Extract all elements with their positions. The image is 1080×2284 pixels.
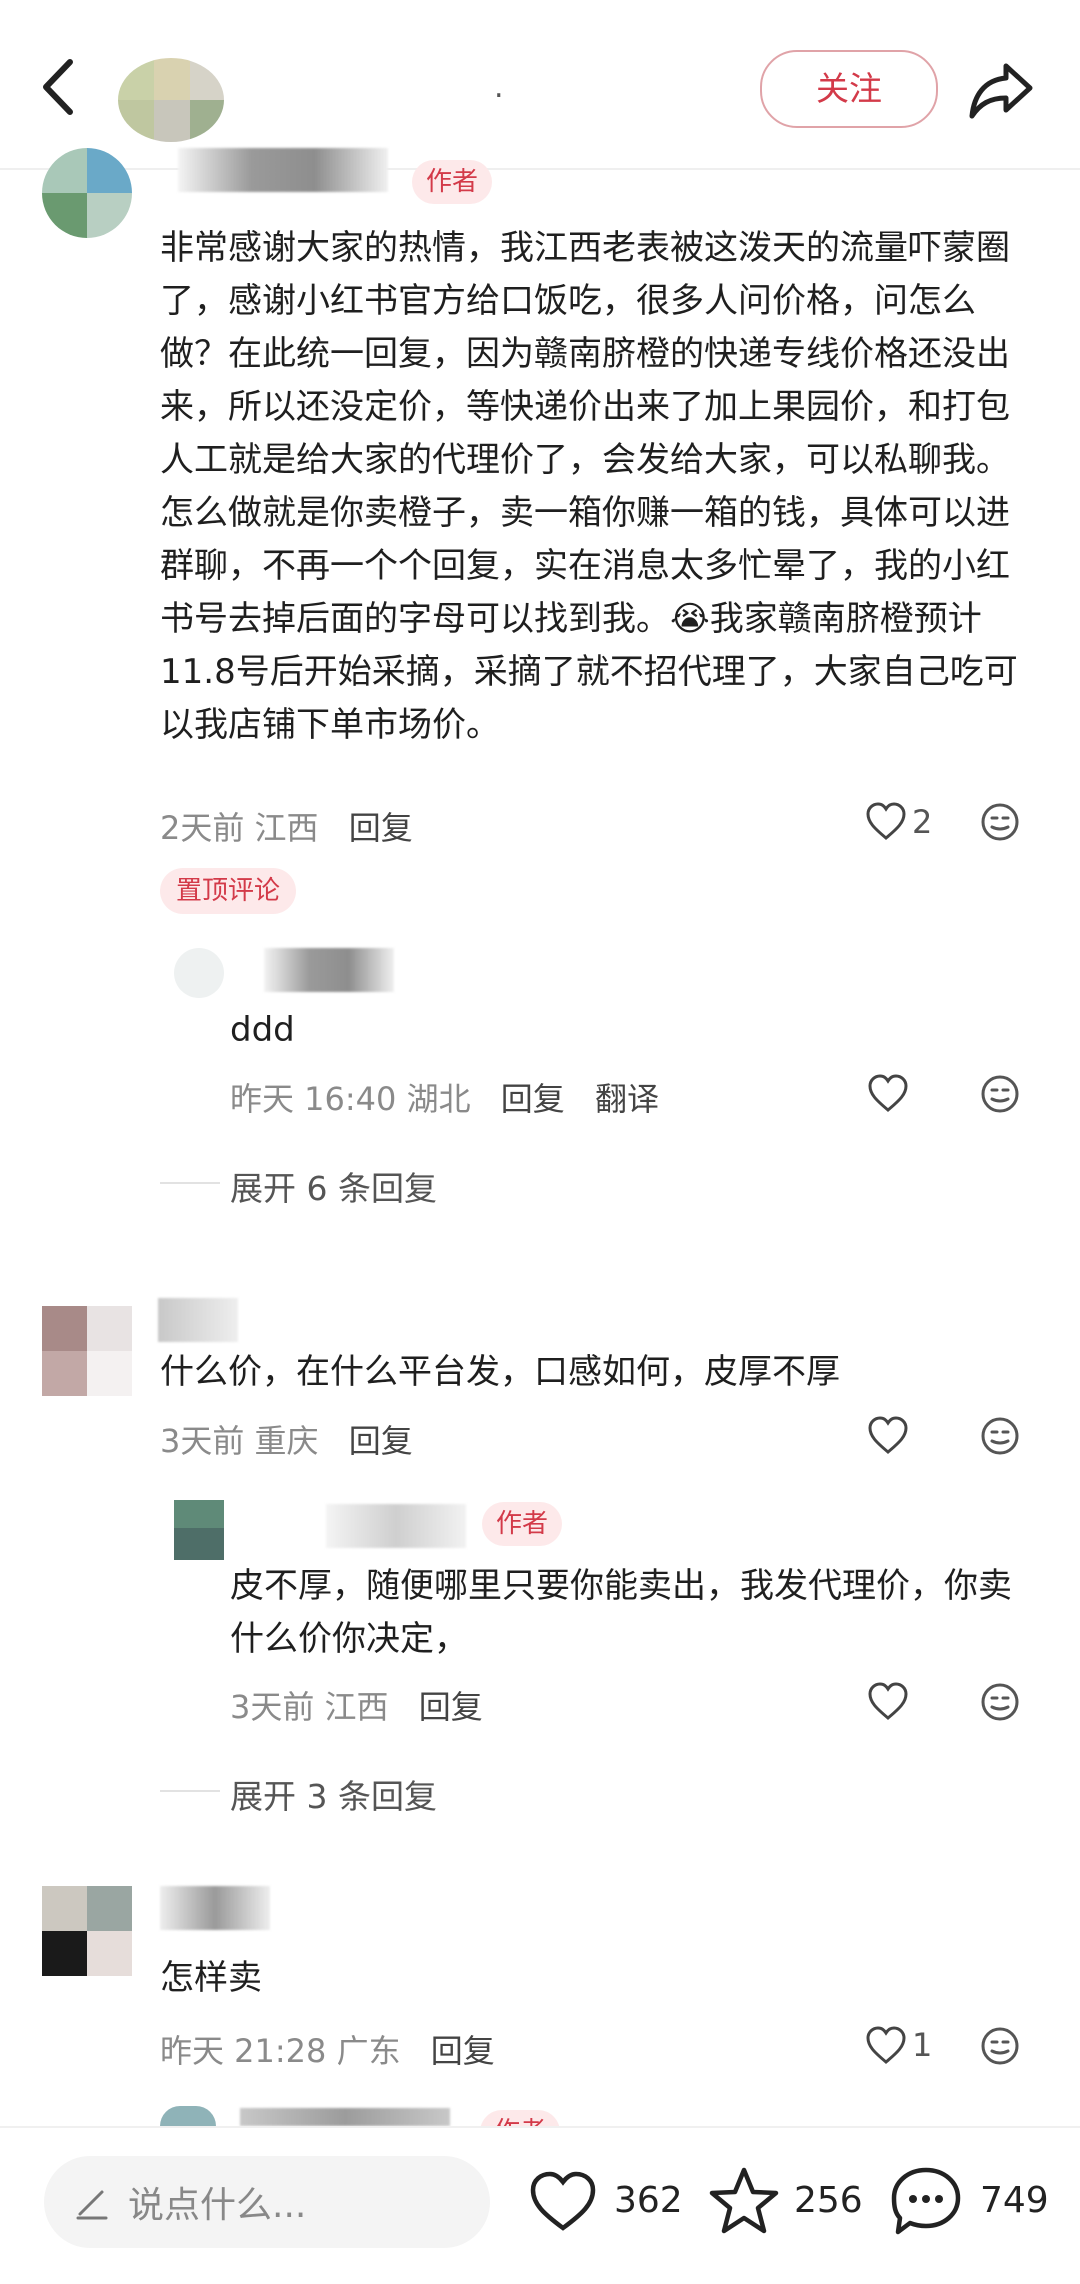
- comment-text: 非常感谢大家的热情，我江西老表被这泼天的流量吓蒙圈了，感谢小红书官方给口饭吃，很…: [160, 228, 1018, 745]
- follow-label: 关注: [816, 69, 882, 108]
- comment-meta: 3天前 重庆 回复: [160, 1416, 413, 1462]
- share-icon: [969, 63, 1033, 119]
- author-tag: 作者: [482, 1502, 563, 1546]
- expand-divider: [160, 1790, 220, 1792]
- like-post-count: 362: [614, 2180, 683, 2221]
- like-button[interactable]: [864, 800, 908, 844]
- like-button[interactable]: [864, 2024, 908, 2068]
- reply-meta: 昨天 16:40 湖北 回复 翻译: [230, 1074, 659, 1120]
- bottom-bar: 说点什么... 362 256 749: [0, 2126, 1080, 2284]
- react-button[interactable]: [980, 802, 1020, 842]
- translate-button[interactable]: 翻译: [595, 1080, 659, 1118]
- top-bar: . 关注: [0, 0, 1080, 170]
- expand-replies-button[interactable]: 展开 6 条回复: [230, 1162, 437, 1210]
- reply-commenter-name: [326, 1504, 466, 1548]
- author-tag: 作者: [480, 2110, 566, 2126]
- reply-text: 皮不厚，随便哪里只要你能卖出，我发代理价，你卖什么价你决定，: [230, 1566, 1012, 1659]
- pinned-badge: 置顶评论: [160, 868, 297, 914]
- reply-commenter-name: [264, 948, 394, 992]
- react-button[interactable]: [980, 1416, 1020, 1456]
- comment-input[interactable]: 说点什么...: [44, 2156, 490, 2248]
- heart-icon: [866, 802, 906, 840]
- like-post-button[interactable]: 362: [528, 2164, 688, 2240]
- reply-text: ddd: [230, 1010, 295, 1050]
- reply-time: 昨天 16:40: [230, 1080, 397, 1118]
- react-button[interactable]: [980, 2026, 1020, 2066]
- author-tag: 作者: [412, 160, 493, 204]
- reply-button[interactable]: 回复: [349, 809, 413, 847]
- commenter-name: [178, 148, 388, 192]
- reply-button[interactable]: 回复: [431, 2032, 495, 2070]
- heart-icon: [866, 2026, 906, 2064]
- back-button[interactable]: [30, 52, 90, 122]
- comment-text: 什么价，在什么平台发，口感如何，皮厚不厚: [160, 1352, 840, 1392]
- comment-time: 2天前: [160, 809, 245, 847]
- emoji-face-icon: [981, 1075, 1019, 1113]
- emoji-face-icon: [981, 1417, 1019, 1455]
- favorite-count: 256: [794, 2180, 863, 2221]
- emoji-face-icon: [981, 803, 1019, 841]
- favorite-button[interactable]: 256: [708, 2162, 868, 2242]
- reply-avatar[interactable]: [174, 1500, 224, 1560]
- reply-location: 江西: [324, 1688, 389, 1726]
- reply-button[interactable]: 回复: [349, 1422, 413, 1460]
- commenter-name: [160, 1886, 270, 1930]
- chevron-left-icon: [43, 59, 73, 115]
- heart-icon: [868, 1416, 908, 1454]
- reply-avatar[interactable]: [174, 948, 224, 998]
- react-button[interactable]: [980, 1682, 1020, 1722]
- comment-location: 重庆: [254, 1422, 319, 1460]
- expand-replies-button[interactable]: 展开 3 条回复: [230, 1770, 437, 1818]
- pencil-icon: [76, 2190, 108, 2220]
- emoji-face-icon: [981, 2027, 1019, 2065]
- reply-button[interactable]: 回复: [419, 1688, 483, 1726]
- comment-time: 昨天 21:28: [160, 2032, 327, 2070]
- comment-time: 3天前: [160, 1422, 245, 1460]
- heart-icon: [868, 1074, 908, 1112]
- like-count: 2: [912, 803, 933, 841]
- comment-meta: 2天前 江西 回复: [160, 803, 413, 849]
- heart-icon: [868, 1682, 908, 1720]
- chat-bubble-icon: [891, 2167, 961, 2235]
- avatar[interactable]: [42, 148, 132, 238]
- comment-input-placeholder: 说点什么...: [128, 2185, 307, 2226]
- emoji-face-icon: [981, 1683, 1019, 1721]
- author-name: .: [494, 70, 504, 105]
- heart-icon: [530, 2171, 596, 2231]
- comment-meta: 昨天 21:28 广东 回复: [160, 2026, 495, 2072]
- comment-text: 怎样卖: [160, 1958, 262, 1998]
- comments-button[interactable]: 749: [888, 2160, 1068, 2244]
- comments-count: 749: [980, 2180, 1049, 2221]
- expand-divider: [160, 1182, 220, 1184]
- avatar[interactable]: [42, 1886, 132, 1976]
- follow-button[interactable]: 关注: [760, 50, 938, 128]
- commenter-name: [158, 1298, 238, 1342]
- like-button[interactable]: [866, 1680, 910, 1724]
- reply-location: 湖北: [406, 1080, 471, 1118]
- author-avatar[interactable]: [118, 58, 224, 142]
- reply-time: 3天前: [230, 1688, 315, 1726]
- react-button[interactable]: [980, 1074, 1020, 1114]
- avatar[interactable]: [42, 1306, 132, 1396]
- like-count: 1: [912, 2026, 933, 2064]
- reply-commenter-name: [240, 2108, 450, 2126]
- reply-avatar[interactable]: [160, 2106, 216, 2126]
- star-icon: [709, 2167, 779, 2234]
- reply-button[interactable]: 回复: [501, 1080, 565, 1118]
- comment-location: 江西: [254, 809, 319, 847]
- share-button[interactable]: [966, 58, 1038, 122]
- like-button[interactable]: [866, 1414, 910, 1458]
- like-button[interactable]: [866, 1072, 910, 1116]
- comment-location: 广东: [336, 2032, 401, 2070]
- reply-meta: 3天前 江西 回复: [230, 1682, 483, 1728]
